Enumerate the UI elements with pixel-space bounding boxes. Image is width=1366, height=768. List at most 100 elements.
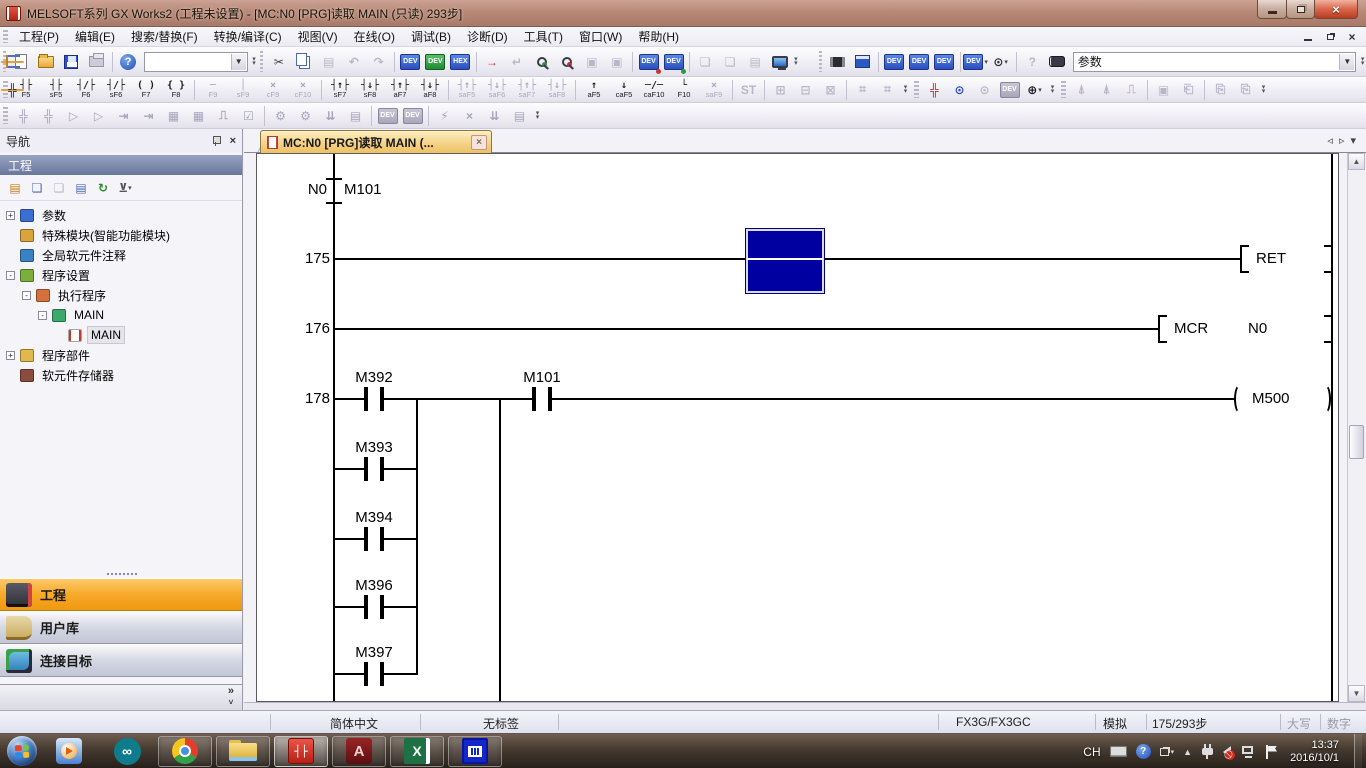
tree-item-pou[interactable]: +程序部件 (0, 345, 242, 365)
action-center-flag-icon[interactable] (1265, 745, 1277, 759)
tree-item-special-module[interactable]: +特殊模块(智能功能模块) (0, 225, 242, 245)
ladder-block-down-icon[interactable]: ⍋ (1095, 79, 1118, 101)
branch-contact-m393[interactable] (364, 457, 384, 481)
tree-item-parameter[interactable]: +参数 (0, 205, 242, 225)
nav-new-icon[interactable]: ▤ (4, 178, 26, 198)
nav-expand-chevron[interactable]: »˅ (228, 686, 234, 708)
monitor-mode2-icon[interactable]: ⊙ (948, 79, 971, 101)
scroll-up-button[interactable]: ▲ (1348, 153, 1365, 170)
paste-icon[interactable]: ▤ (317, 51, 340, 73)
tree-item-global-comment[interactable]: +全局软元件注释 (0, 245, 242, 265)
taskbar-chrome[interactable] (158, 736, 212, 767)
ladder-block-up-icon[interactable]: ⍋ (1070, 79, 1093, 101)
menu-7[interactable]: 诊断(D) (459, 26, 516, 47)
save-project-icon[interactable] (60, 51, 83, 73)
device-batch-icon[interactable]: DEV (933, 51, 956, 73)
copy-icon[interactable] (292, 51, 315, 73)
watch-window-icon[interactable]: DEV▾ (964, 51, 987, 73)
partial-run-icon[interactable]: ⇥ (112, 105, 135, 127)
tray-window-icon[interactable]: ▾ (1160, 748, 1175, 756)
sampling-icon[interactable]: ▤ (508, 105, 531, 127)
menu-3[interactable]: 转换/编译(C) (206, 26, 290, 47)
find-doc-icon[interactable]: ▣ (1152, 79, 1175, 101)
open-project-icon[interactable] (35, 51, 58, 73)
insert-rung-icon[interactable]: ╬ (12, 105, 35, 127)
tab-close-icon[interactable]: × (471, 135, 487, 150)
show-desktop-button[interactable] (1354, 734, 1362, 768)
taskbar-wmp[interactable] (42, 736, 96, 767)
coil-icon[interactable]: ( )F7 (132, 79, 160, 101)
pulse-display-icon[interactable]: ⎍ (1120, 79, 1143, 101)
tree-item-device-memory[interactable]: +软元件存储器 (0, 365, 242, 385)
menu-2[interactable]: 搜索/替换(F) (123, 26, 206, 47)
rising-pulse-icon[interactable]: ┤↑├sF7 (326, 79, 354, 101)
undo-icon[interactable]: ↶ (342, 51, 365, 73)
tree-item-main-program[interactable]: +MAIN (0, 325, 242, 345)
device-comment-icon[interactable]: DEV (883, 51, 906, 73)
nav-property-icon[interactable]: ▤ (70, 178, 92, 198)
toolbar-overflow-icon[interactable]: ▾▾ (1359, 51, 1366, 73)
sfc-sort-icon[interactable]: ▦ (187, 105, 210, 127)
menu-0[interactable]: 工程(P) (11, 26, 67, 47)
docking-icon[interactable]: ▤ (744, 51, 767, 73)
tree-item-program-setting[interactable]: -程序设置 (0, 265, 242, 285)
tool-b-icon[interactable]: ⚙ (294, 105, 317, 127)
pin-icon[interactable] (210, 135, 222, 147)
scrollbar-thumb[interactable] (1349, 425, 1364, 459)
nav-filter-icon[interactable]: ⊻▾ (114, 178, 136, 198)
tree-expander-icon[interactable]: + (6, 351, 15, 360)
find-device-red-icon[interactable] (555, 51, 578, 73)
nav-refresh-icon[interactable]: ↻ (92, 178, 114, 198)
menu-8[interactable]: 工具(T) (516, 26, 571, 47)
edit-cursor[interactable] (745, 228, 825, 294)
start-monitor-icon[interactable]: → (480, 51, 503, 73)
check-program-icon[interactable]: ☑ (237, 105, 260, 127)
scan-icon[interactable]: ⇊ (483, 105, 506, 127)
forced-io-icon[interactable]: ⚡ (433, 105, 456, 127)
edit-block-icon[interactable]: ⊞ (769, 79, 792, 101)
tree-item-main-folder[interactable]: -MAIN (0, 305, 242, 325)
start-button[interactable] (4, 735, 40, 767)
find-target-combo[interactable]: 参数▼ (1073, 52, 1357, 72)
falling-pulse-icon[interactable]: ┤↓├sF8 (356, 79, 384, 101)
rising-pulse-not-icon[interactable]: ┤↑├saF5 (453, 79, 481, 101)
toolbar-overflow-icon[interactable]: ▾▾ (1047, 79, 1058, 101)
menu-1[interactable]: 编辑(E) (67, 26, 123, 47)
nav-splitter[interactable] (0, 570, 243, 578)
comment-edit-icon[interactable]: ⌗ (851, 79, 874, 101)
function-block-icon[interactable] (826, 51, 849, 73)
invert-line-icon[interactable]: ─/─caF10 (640, 79, 668, 101)
toolbar-overflow-icon[interactable]: ▾▾ (251, 51, 258, 73)
window-tile-icon[interactable]: ❏ (719, 51, 742, 73)
device-test-icon[interactable]: DEV (376, 105, 399, 127)
delete-vline-icon[interactable]: ×cF10 (289, 79, 317, 101)
taskbar-arduino[interactable]: ∞ (100, 736, 154, 767)
branch-contact-m392[interactable] (364, 387, 384, 411)
edit-column-icon[interactable]: ⊟ (794, 79, 817, 101)
write-mode-icon[interactable]: ╬ (923, 79, 946, 101)
sfc-block-icon[interactable]: ▦ (162, 105, 185, 127)
branch-contact-m397[interactable] (364, 662, 384, 686)
nav-close-icon[interactable]: × (230, 135, 236, 147)
read-mode-icon[interactable]: ╬ (1, 89, 24, 91)
language-indicator[interactable]: CH (1083, 745, 1100, 759)
tree-expander-icon[interactable]: + (6, 211, 15, 220)
simulation-monitor-icon[interactable] (769, 51, 792, 73)
find-binoculars-icon[interactable] (1046, 51, 1069, 73)
restore-button[interactable] (1286, 0, 1315, 19)
menu-6[interactable]: 调试(B) (403, 26, 459, 47)
monitor-write-mode-icon[interactable]: ⊙ (973, 79, 996, 101)
volume-muted-icon[interactable]: ⃠ (1223, 746, 1231, 758)
download-icon[interactable]: ⇊ (319, 105, 342, 127)
device-memory-icon[interactable]: DEV (908, 51, 931, 73)
nav-view-project[interactable]: 工程 (0, 578, 242, 611)
tray-help-icon[interactable]: ? (1136, 744, 1151, 759)
help-icon[interactable]: ? (117, 51, 140, 73)
delete-line-icon[interactable]: ×saF9 (700, 79, 728, 101)
branch-contact-m396[interactable] (364, 595, 384, 619)
series-contact-m101[interactable] (532, 387, 552, 411)
device-list-icon[interactable]: ▣ (605, 51, 628, 73)
scroll-down-button[interactable]: ▼ (1348, 685, 1365, 702)
minimize-button[interactable] (1257, 0, 1287, 19)
clear-icon[interactable]: × (458, 105, 481, 127)
